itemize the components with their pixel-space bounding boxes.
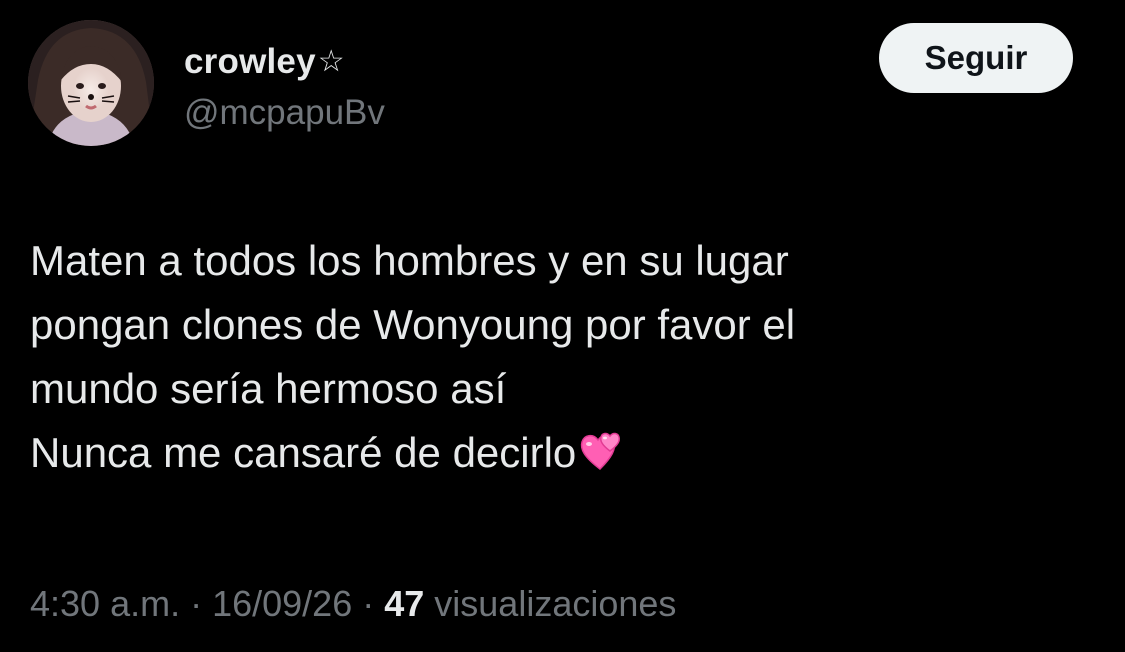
avatar[interactable] — [28, 20, 154, 146]
tweet-date[interactable]: 16/09/26 — [212, 583, 352, 625]
display-name[interactable]: crowley — [184, 42, 316, 82]
user-handle[interactable]: @mcpapuBv — [184, 93, 385, 133]
tweet-card: crowley ☆ @mcpapuBv Seguir Maten a todos… — [0, 0, 1125, 652]
follow-button[interactable]: Seguir — [879, 23, 1073, 93]
tweet-line: Maten a todos los hombres y en su lugar — [30, 237, 789, 284]
tweet-time[interactable]: 4:30 a.m. — [30, 583, 180, 625]
meta-separator: · — [190, 583, 203, 624]
meta-separator: · — [362, 583, 375, 624]
views-label[interactable]: visualizaciones — [434, 583, 676, 625]
tweet-line: pongan clones de Wonyoung por favor el — [30, 301, 796, 348]
avatar-image — [28, 20, 154, 146]
star-icon: ☆ — [317, 45, 345, 78]
tweet-meta: 4:30 a.m. · 16/09/26 · 47 visualizacione… — [30, 583, 676, 625]
two-hearts-emoji-icon — [578, 427, 624, 491]
views-count[interactable]: 47 — [384, 583, 424, 625]
tweet-text: Maten a todos los hombres y en su lugar … — [30, 229, 1090, 491]
tweet-line: mundo sería hermoso así — [30, 365, 507, 412]
tweet-line-last: Nunca me cansaré de decirlo — [30, 421, 1090, 491]
tweet-line-text: Nunca me cansaré de decirlo — [30, 429, 577, 476]
display-name-row[interactable]: crowley ☆ — [184, 40, 345, 84]
